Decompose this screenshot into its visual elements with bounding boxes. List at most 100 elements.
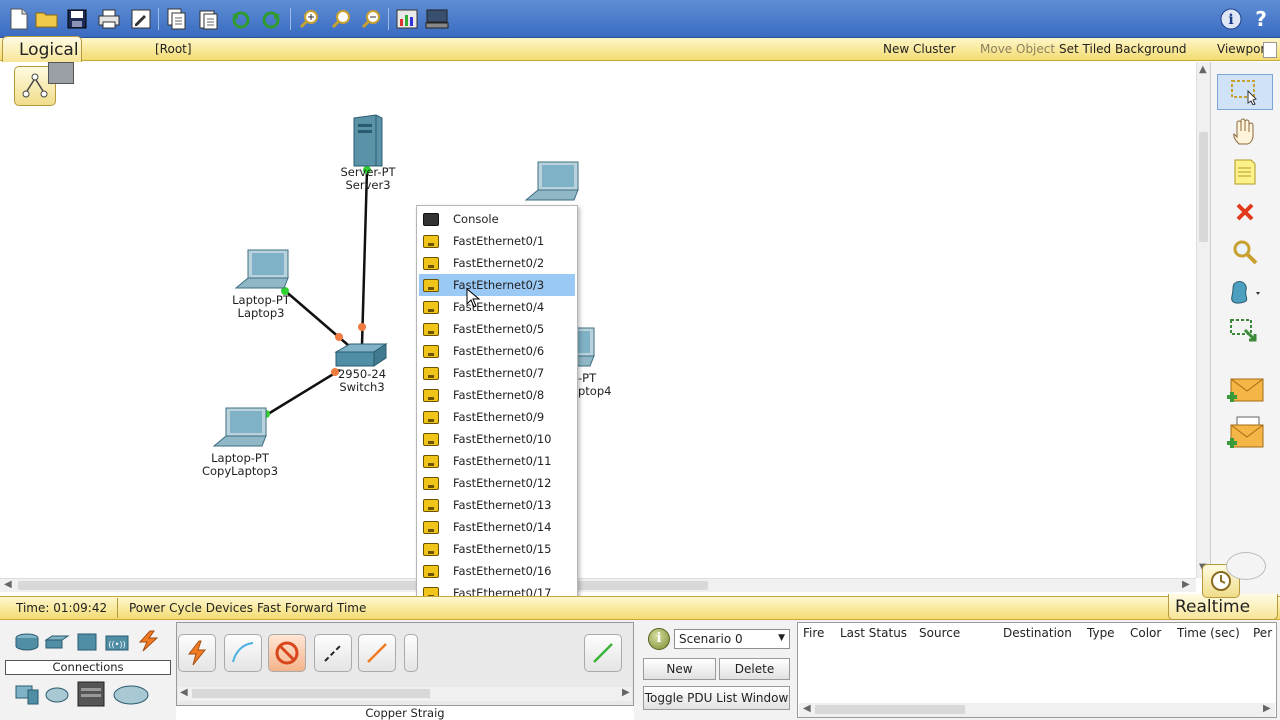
- port-menu-item[interactable]: FastEthernet0/2: [419, 252, 575, 274]
- canvas-horizontal-scrollbar[interactable]: ◀ ▶: [0, 578, 1196, 592]
- port-menu-item-label: FastEthernet0/10: [453, 432, 552, 446]
- port-menu-item[interactable]: FastEthernet0/6: [419, 340, 575, 362]
- ethernet-port-icon: [423, 256, 439, 270]
- port-menu-item-label: FastEthernet0/7: [453, 366, 545, 380]
- simulation-mode-icon[interactable]: [1226, 552, 1266, 580]
- pdu-column-color[interactable]: Color: [1130, 626, 1161, 640]
- note-tool-icon[interactable]: [1217, 154, 1273, 190]
- cable-panel-scrollbar[interactable]: ◀ ▶: [178, 687, 632, 701]
- port-menu-item-label: FastEthernet0/1: [453, 234, 545, 248]
- pdu-column-periodic[interactable]: Per: [1253, 626, 1272, 640]
- port-menu-item[interactable]: FastEthernet0/1: [419, 230, 575, 252]
- delete-scenario-button[interactable]: Delete: [719, 658, 790, 680]
- toggle-pdu-list-button[interactable]: Toggle PDU List Window: [643, 686, 790, 710]
- multiuser-category-icon[interactable]: [112, 684, 150, 709]
- wireless-category-icon[interactable]: ((•)): [104, 632, 130, 655]
- new-scenario-button[interactable]: New: [643, 658, 716, 680]
- automatic-cable-icon[interactable]: [178, 634, 216, 672]
- port-menu-item[interactable]: FastEthernet0/4: [419, 296, 575, 318]
- copylaptop-device-icon[interactable]: [212, 406, 268, 451]
- inspect-tool-icon[interactable]: [1217, 234, 1273, 270]
- laptop-top-device-icon[interactable]: [524, 160, 580, 205]
- port-menu-item[interactable]: FastEthernet0/10: [419, 428, 575, 450]
- cable-name-label: Copper Straig: [176, 705, 634, 720]
- port-menu-item-label: FastEthernet0/8: [453, 388, 545, 402]
- port-menu-item[interactable]: FastEthernet0/14: [419, 516, 575, 538]
- select-tool-icon[interactable]: [1217, 74, 1273, 110]
- laptop3-device-icon[interactable]: [234, 248, 290, 293]
- port-menu-item[interactable]: FastEthernet0/15: [419, 538, 575, 560]
- custom-devices-category-icon[interactable]: [76, 680, 106, 711]
- power-cycle-devices-button[interactable]: Power Cycle Devices: [129, 601, 253, 615]
- delete-tool-icon[interactable]: [1217, 194, 1273, 230]
- resize-tool-icon[interactable]: [1217, 314, 1273, 350]
- server-device-icon[interactable]: [350, 114, 384, 171]
- port-menu-item-label: FastEthernet0/9: [453, 410, 545, 424]
- console-cable-icon[interactable]: [224, 634, 262, 672]
- pdu-column-source[interactable]: Source: [919, 626, 960, 640]
- port-menu-item[interactable]: FastEthernet0/16: [419, 560, 575, 582]
- port-menu-item[interactable]: FastEthernet0/12: [419, 472, 575, 494]
- ethernet-port-icon: [423, 388, 439, 402]
- common-tools-bar: [1210, 62, 1280, 598]
- port-menu-item-label: FastEthernet0/14: [453, 520, 552, 534]
- pdu-column-destination[interactable]: Destination: [1003, 626, 1072, 640]
- fiber-cable-icon[interactable]: [358, 634, 396, 672]
- simulation-time: Time: 01:09:42: [16, 601, 108, 615]
- port-menu-item[interactable]: FastEthernet0/9: [419, 406, 575, 428]
- ethernet-port-icon: [423, 454, 439, 468]
- port-menu-item[interactable]: Console: [419, 208, 575, 230]
- connections-category-icon[interactable]: [136, 630, 160, 655]
- port-menu-item[interactable]: FastEthernet0/11: [419, 450, 575, 472]
- link-light-switch-left: [335, 333, 343, 341]
- copper-cross-over-cable-icon[interactable]: [314, 634, 352, 672]
- wan-emulation-category-icon[interactable]: [44, 686, 70, 707]
- ethernet-port-icon: [423, 520, 439, 534]
- ethernet-port-icon: [423, 498, 439, 512]
- ethernet-port-icon: [423, 322, 439, 336]
- hand-tool-icon[interactable]: [1217, 114, 1273, 150]
- scenario-select[interactable]: Scenario 0 ▼: [674, 629, 790, 649]
- scenario-value: Scenario 0: [679, 632, 743, 646]
- switch-name-label: Switch3: [339, 380, 385, 394]
- link-server-switch: [360, 169, 369, 346]
- link-light-switch-top: [358, 323, 366, 331]
- copylaptop-name-label: CopyLaptop3: [201, 464, 279, 478]
- copper-straight-through-cable-icon[interactable]: [268, 634, 306, 672]
- phone-cable-icon[interactable]: [404, 634, 418, 672]
- draw-shape-icon[interactable]: [1217, 274, 1273, 310]
- realtime-label: Realtime: [1175, 597, 1251, 617]
- scenario-info-icon[interactable]: i: [648, 628, 670, 650]
- port-menu-item[interactable]: FastEthernet0/5: [419, 318, 575, 340]
- pdu-column-fire[interactable]: Fire: [803, 626, 824, 640]
- port-menu-item-label: FastEthernet0/12: [453, 476, 552, 490]
- serial-cable-icon[interactable]: [584, 634, 622, 672]
- chevron-down-icon: ▼: [778, 633, 785, 643]
- end-devices-category-icon[interactable]: [14, 684, 40, 709]
- switches-category-icon[interactable]: [44, 634, 70, 653]
- laptop4-type-label: -PT: [578, 371, 597, 385]
- port-menu-item[interactable]: FastEthernet0/8: [419, 384, 575, 406]
- port-menu-item[interactable]: FastEthernet0/13: [419, 494, 575, 516]
- console-port-icon: [423, 212, 439, 226]
- mouse-cursor-icon: [466, 288, 480, 308]
- add-simple-pdu-icon[interactable]: [1217, 372, 1273, 408]
- port-menu-item-label: FastEthernet0/11: [453, 454, 552, 468]
- hubs-category-icon[interactable]: [76, 632, 98, 655]
- ethernet-port-icon: [423, 542, 439, 556]
- port-menu-item[interactable]: FastEthernet0/7: [419, 362, 575, 384]
- pdu-table-scrollbar[interactable]: ◀ ▶: [799, 703, 1275, 717]
- laptop3-name-label: Laptop3: [237, 306, 285, 320]
- port-menu-item-label: FastEthernet0/13: [453, 498, 552, 512]
- fast-forward-time-button[interactable]: Fast Forward Time: [257, 601, 366, 615]
- pdu-column-time[interactable]: Time (sec): [1177, 626, 1240, 640]
- add-complex-pdu-icon[interactable]: [1217, 414, 1273, 450]
- routers-category-icon[interactable]: [14, 632, 40, 655]
- pdu-column-type[interactable]: Type: [1087, 626, 1115, 640]
- canvas-vertical-scrollbar[interactable]: ▲ ▼: [1196, 62, 1210, 578]
- ethernet-port-icon: [423, 366, 439, 380]
- pdu-column-last-status[interactable]: Last Status: [840, 626, 907, 640]
- port-menu-item[interactable]: FastEthernet0/3: [419, 274, 575, 296]
- port-menu-item-label: FastEthernet0/6: [453, 344, 545, 358]
- packet-tracer-window: i ? Logical [Root] New Cluster Move Obje…: [0, 0, 1280, 720]
